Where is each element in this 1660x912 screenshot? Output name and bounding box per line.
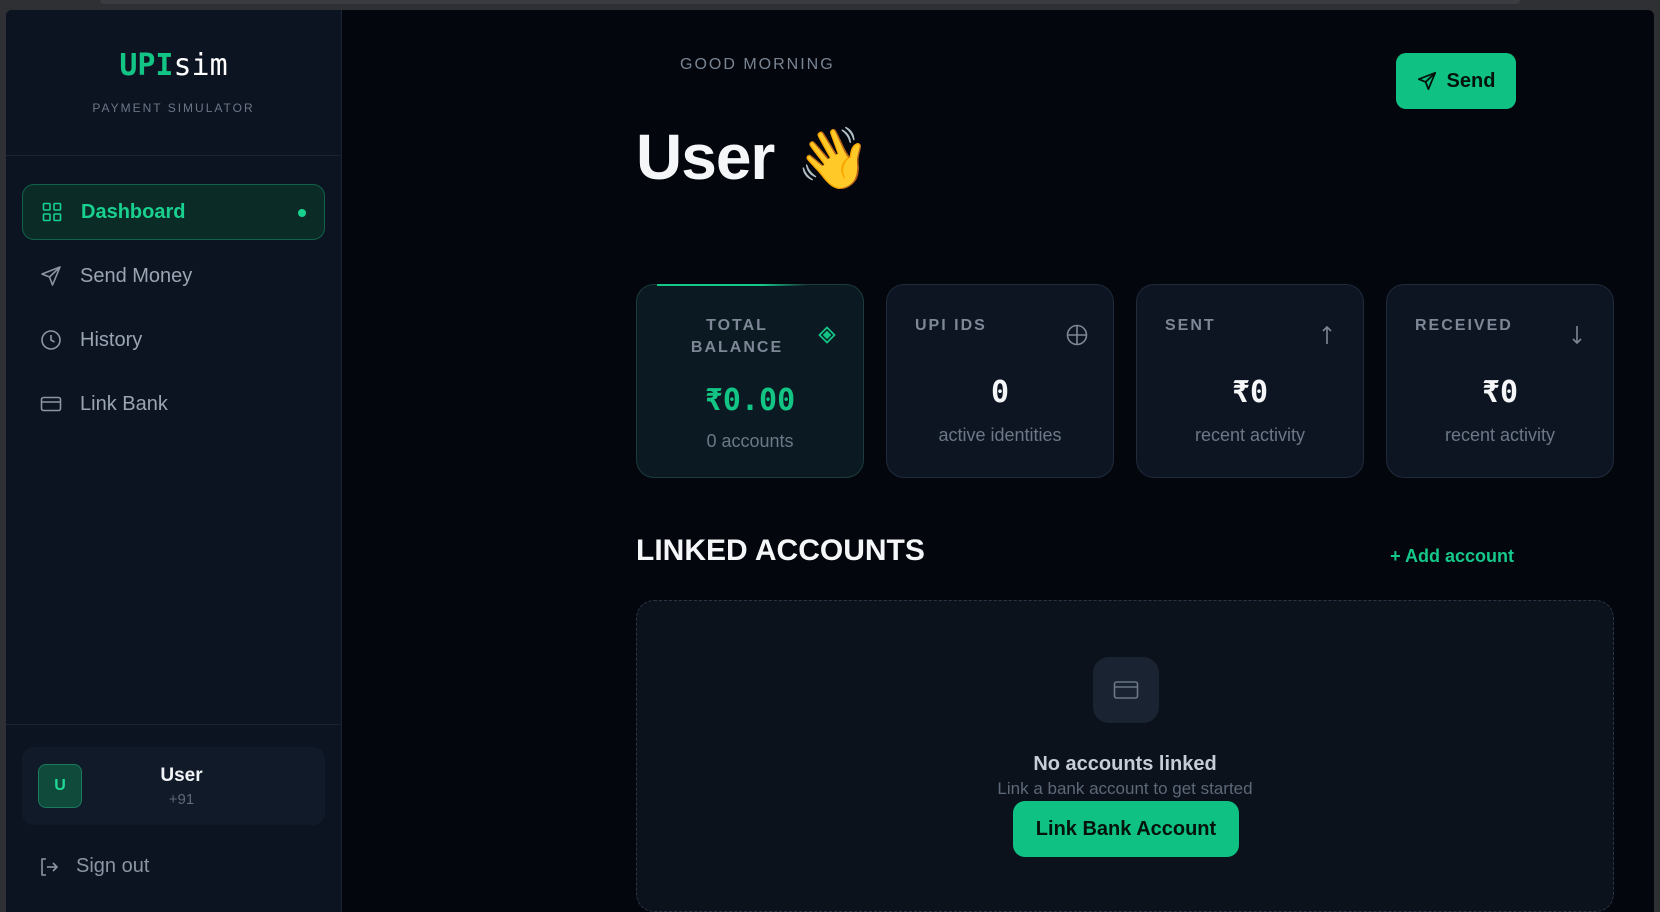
- user-phone: +91: [168, 790, 195, 808]
- logo-rest: sim: [173, 48, 228, 83]
- sidebar-item-history[interactable]: History: [22, 312, 325, 368]
- avatar: U: [38, 764, 82, 808]
- stat-label: UPI IDS: [915, 317, 987, 334]
- app-window: UPIsim PAYMENT SIMULATOR Dashboard Send …: [0, 0, 1660, 912]
- greeting-text: GOOD MORNING: [680, 56, 835, 73]
- add-account-link[interactable]: + Add account: [1390, 546, 1514, 567]
- sidebar-item-label: History: [80, 328, 143, 351]
- sidebar: UPIsim PAYMENT SIMULATOR Dashboard Send …: [6, 10, 342, 912]
- arrow-up-icon: [1315, 323, 1339, 347]
- grid-icon: [41, 201, 63, 223]
- logo-accent: UPI: [119, 48, 174, 83]
- stat-sub: 0 accounts: [706, 431, 794, 451]
- sign-out-label: Sign out: [76, 855, 150, 877]
- stat-value: ₹0.00: [704, 383, 796, 418]
- user-display-name: User: [636, 121, 775, 193]
- browser-top-strip: [100, 0, 1520, 4]
- card-icon: [1093, 657, 1159, 723]
- user-name: User: [160, 764, 203, 786]
- stat-card-total-balance[interactable]: TOTAL BALANCE ₹0.00 0 accounts: [636, 284, 864, 478]
- sidebar-item-link-bank[interactable]: Link Bank: [22, 376, 325, 432]
- stat-sub: recent activity: [1444, 425, 1556, 445]
- sidebar-item-send-money[interactable]: Send Money: [22, 248, 325, 304]
- empty-state-subtitle: Link a bank account to get started: [997, 779, 1253, 798]
- stat-label: TOTAL BALANCE: [690, 317, 784, 356]
- stat-value: 0: [990, 375, 1010, 410]
- send-button-label: Send: [1446, 69, 1496, 92]
- stat-label: SENT: [1165, 317, 1216, 334]
- arrow-down-icon: [1565, 323, 1589, 347]
- brand: UPIsim PAYMENT SIMULATOR: [6, 10, 341, 156]
- stat-card-upi-ids[interactable]: UPI IDS 0 active identities: [886, 284, 1114, 478]
- user-meta: User +91: [82, 765, 325, 808]
- logout-icon: [38, 856, 60, 878]
- send-button[interactable]: Send: [1396, 53, 1516, 109]
- stat-card-sent[interactable]: SENT ₹0 recent activity: [1136, 284, 1364, 478]
- active-indicator-dot: [298, 209, 306, 217]
- link-bank-account-button[interactable]: Link Bank Account: [1013, 801, 1239, 857]
- stats-cards: TOTAL BALANCE ₹0.00 0 accounts UPI IDS 0…: [636, 284, 1614, 478]
- app-logo[interactable]: UPIsim: [6, 48, 341, 83]
- sign-out-button[interactable]: Sign out: [22, 855, 325, 878]
- clock-icon: [40, 329, 62, 351]
- main-content: GOOD MORNING User 👋 Send TOTAL BALANCE ₹…: [342, 10, 1654, 912]
- card-icon: [40, 393, 62, 415]
- stat-label: RECEIVED: [1415, 317, 1513, 334]
- app-frame: UPIsim PAYMENT SIMULATOR Dashboard Send …: [6, 10, 1654, 912]
- wave-emoji: 👋: [796, 125, 871, 192]
- globe-icon: [1065, 323, 1089, 347]
- linked-accounts-title: LINKED ACCOUNTS: [636, 534, 925, 567]
- sidebar-footer: U User +91 Sign out: [6, 724, 341, 912]
- sidebar-nav: Dashboard Send Money History Link Bank: [6, 156, 341, 432]
- stat-value: ₹0: [1481, 375, 1519, 410]
- stat-sub: active identities: [938, 425, 1062, 445]
- stat-card-received[interactable]: RECEIVED ₹0 recent activity: [1386, 284, 1614, 478]
- user-profile-card[interactable]: U User +91: [22, 747, 325, 825]
- page-title: User 👋: [636, 120, 871, 194]
- sidebar-item-label: Link Bank: [80, 392, 168, 415]
- app-tagline: PAYMENT SIMULATOR: [92, 101, 255, 115]
- sidebar-item-dashboard[interactable]: Dashboard: [22, 184, 325, 240]
- sidebar-item-label: Dashboard: [81, 200, 186, 223]
- send-icon: [40, 265, 62, 287]
- stat-sub: recent activity: [1194, 425, 1306, 445]
- empty-state-title: No accounts linked: [1033, 753, 1217, 775]
- linked-accounts-empty-state: No accounts linked Link a bank account t…: [636, 600, 1614, 912]
- stat-value: ₹0: [1231, 375, 1269, 410]
- diamond-icon: [815, 323, 839, 347]
- send-icon: [1417, 71, 1437, 91]
- sidebar-item-label: Send Money: [80, 264, 193, 287]
